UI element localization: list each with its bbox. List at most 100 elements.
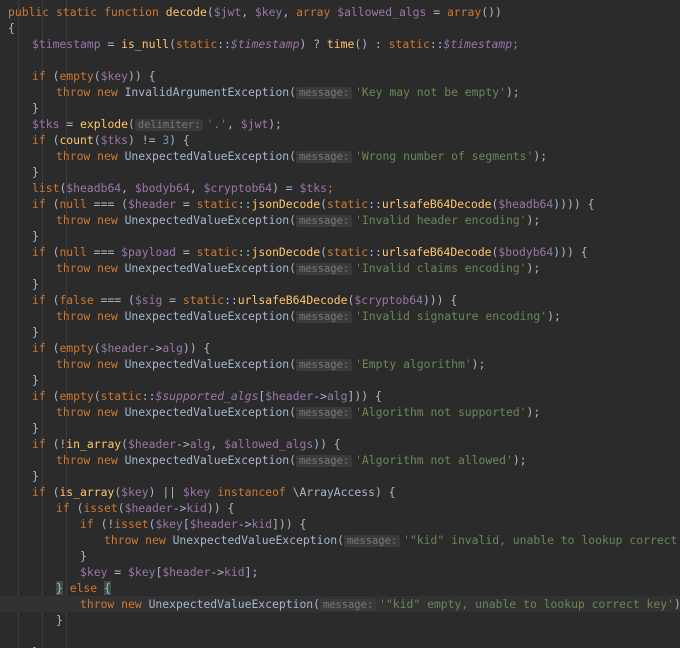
code-token: $jwt bbox=[240, 117, 269, 131]
code-line[interactable]: if (null === $payload = static::jsonDeco… bbox=[0, 244, 680, 260]
code-token: } bbox=[32, 165, 39, 179]
code-token: UnexpectedValueException bbox=[124, 453, 290, 467]
code-token: UnexpectedValueException bbox=[124, 357, 290, 371]
code-token: ( bbox=[289, 453, 297, 467]
code-token: ); bbox=[526, 213, 541, 227]
code-token: throw new bbox=[56, 85, 125, 99]
code-line[interactable]: } bbox=[0, 276, 680, 292]
code-token: $cryptob64 bbox=[203, 181, 273, 195]
code-line[interactable]: } bbox=[0, 100, 680, 116]
code-token: 'Algorithm not allowed' bbox=[355, 453, 513, 467]
code-line[interactable]: $timestamp = is_null(static::$timestamp)… bbox=[0, 36, 680, 52]
code-line[interactable]: if (!in_array($header->alg, $allowed_alg… bbox=[0, 436, 680, 452]
code-line[interactable]: if (empty($key)) { bbox=[0, 68, 680, 84]
code-token: else bbox=[62, 581, 105, 595]
code-line[interactable]: if (empty(static::$supported_algs[$heade… bbox=[0, 388, 680, 404]
code-line[interactable]: throw new UnexpectedValueException(messa… bbox=[0, 452, 680, 468]
code-editor[interactable]: public static function decode($jwt, $key… bbox=[0, 0, 680, 648]
parameter-hint: message: bbox=[320, 599, 377, 611]
code-token: $header bbox=[265, 389, 314, 403]
code-line[interactable]: if (!isset($key[$header->kid])) { bbox=[0, 516, 680, 532]
code-line[interactable]: throw new UnexpectedValueException(messa… bbox=[0, 308, 680, 324]
code-token: , bbox=[121, 181, 135, 195]
code-token: , bbox=[282, 5, 297, 19]
code-token: jsonDecode bbox=[251, 245, 321, 259]
code-token: list bbox=[32, 181, 60, 195]
code-line[interactable]: throw new UnexpectedValueException(messa… bbox=[0, 404, 680, 420]
code-line[interactable]: throw new UnexpectedValueException(messa… bbox=[0, 596, 680, 612]
code-token: ( bbox=[289, 213, 297, 227]
code-line[interactable]: } bbox=[0, 372, 680, 388]
code-token: UnexpectedValueException bbox=[148, 597, 314, 611]
code-token: ); bbox=[674, 597, 680, 611]
code-line[interactable]: } bbox=[0, 468, 680, 484]
code-line[interactable]: } bbox=[0, 324, 680, 340]
code-line[interactable]: if (false === ($sig = static::urlsafeB64… bbox=[0, 292, 680, 308]
code-token: false bbox=[59, 293, 94, 307]
code-token: 'Invalid signature encoding' bbox=[355, 309, 548, 323]
code-token: $key bbox=[121, 485, 149, 499]
code-line[interactable]: if (is_array($key) || $key instanceof \A… bbox=[0, 484, 680, 500]
code-line[interactable]: { bbox=[0, 20, 680, 36]
code-token: count bbox=[59, 133, 94, 147]
code-token: } bbox=[32, 101, 39, 115]
code-token: jsonDecode bbox=[251, 197, 321, 211]
code-line[interactable]: throw new UnexpectedValueException(messa… bbox=[0, 212, 680, 228]
code-token: urlsafeB64Decode bbox=[381, 245, 492, 259]
code-line[interactable]: } bbox=[0, 420, 680, 436]
code-token: ))) { bbox=[422, 293, 458, 307]
code-token: static bbox=[182, 293, 225, 307]
code-token: UnexpectedValueException bbox=[172, 533, 338, 547]
code-token: ( bbox=[320, 245, 327, 259]
parameter-hint: message: bbox=[296, 263, 353, 275]
code-line[interactable]: } bbox=[0, 164, 680, 180]
code-line[interactable]: } bbox=[0, 548, 680, 564]
code-line[interactable]: } bbox=[0, 228, 680, 244]
code-token: ) { bbox=[169, 133, 190, 147]
code-token: ( bbox=[121, 437, 129, 451]
code-token: if bbox=[32, 389, 53, 403]
code-line[interactable]: } bbox=[0, 612, 680, 628]
code-token: ); bbox=[512, 453, 527, 467]
code-line[interactable]: $tks = explode(delimiter: '.', $jwt); bbox=[0, 116, 680, 132]
code-line[interactable] bbox=[0, 628, 680, 644]
code-token: $header bbox=[124, 501, 173, 515]
code-line[interactable]: if (null === ($header = static::jsonDeco… bbox=[0, 196, 680, 212]
code-token: ( bbox=[337, 533, 345, 547]
code-token: $key bbox=[80, 565, 108, 579]
code-token: ); bbox=[526, 405, 541, 419]
code-token: -> bbox=[176, 437, 190, 451]
code-token: if bbox=[32, 133, 53, 147]
code-token: decode bbox=[165, 5, 207, 19]
code-line[interactable]: throw new UnexpectedValueException(messa… bbox=[0, 148, 680, 164]
code-token: ( bbox=[169, 37, 177, 51]
code-token: :: bbox=[237, 245, 252, 259]
code-line[interactable]: throw new InvalidArgumentException(messa… bbox=[0, 84, 680, 100]
code-line[interactable] bbox=[0, 52, 680, 68]
parameter-hint: message: bbox=[296, 407, 353, 419]
code-token: kid bbox=[251, 517, 273, 531]
code-token: isset bbox=[114, 517, 149, 531]
code-token: ))) { bbox=[553, 245, 588, 259]
code-line[interactable]: } bbox=[0, 644, 680, 648]
parameter-hint: message: bbox=[344, 535, 401, 547]
code-token: static bbox=[176, 37, 218, 51]
code-line[interactable]: if (isset($header->kid)) { bbox=[0, 500, 680, 516]
code-token: = bbox=[100, 37, 122, 51]
code-token: } bbox=[32, 229, 39, 243]
code-token: ) != bbox=[128, 133, 163, 147]
code-line[interactable]: list($headb64, $bodyb64, $cryptob64) = $… bbox=[0, 180, 680, 196]
code-line[interactable]: $key = $key[$header->kid]; bbox=[0, 564, 680, 580]
code-line[interactable]: if (count($tks) != 3) { bbox=[0, 132, 680, 148]
code-token: $timestamp bbox=[32, 37, 101, 51]
code-token: $key bbox=[100, 69, 129, 83]
code-line[interactable]: } else { bbox=[0, 580, 680, 596]
code-token: } bbox=[32, 325, 39, 339]
code-line[interactable]: throw new UnexpectedValueException(messa… bbox=[0, 532, 680, 548]
code-token: ); bbox=[471, 357, 486, 371]
code-line[interactable]: throw new UnexpectedValueException(messa… bbox=[0, 260, 680, 276]
code-line[interactable]: if (empty($header->alg)) { bbox=[0, 340, 680, 356]
code-token: -> bbox=[313, 389, 327, 403]
code-line[interactable]: public static function decode($jwt, $key… bbox=[0, 4, 680, 20]
code-line[interactable]: throw new UnexpectedValueException(messa… bbox=[0, 356, 680, 372]
